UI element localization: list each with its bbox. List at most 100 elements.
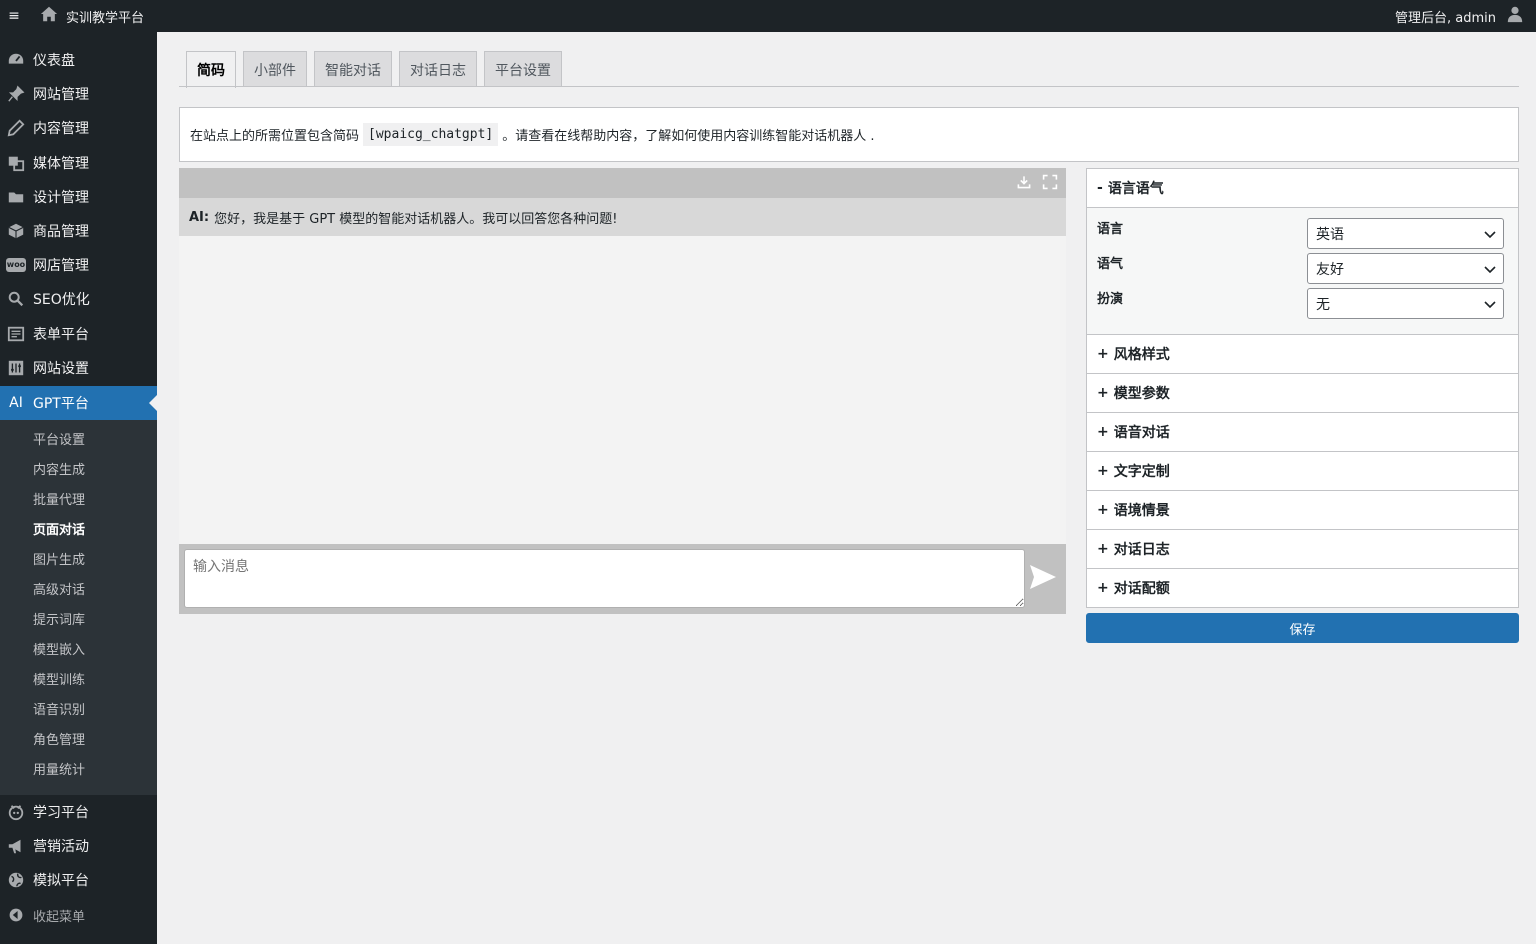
ai-message: AI: 您好，我是基于 GPT 模型的智能对话机器人。我可以回答您各种问题! (179, 198, 1066, 236)
section-style[interactable]: + 风格样式 (1086, 335, 1519, 374)
sidebar-item-forms[interactable]: 表单平台 (0, 317, 157, 351)
sidebar-item-content[interactable]: 内容管理 (0, 111, 157, 145)
settings-panel: - 语言语气 语言 英语 语气 友好 扮演 无 + 风格样式 + 模型参数 + … (1086, 168, 1519, 608)
site-name: 实训教学平台 (66, 10, 145, 26)
section-title[interactable]: + 对话配额 (1087, 569, 1518, 607)
sidebar-item-simulation[interactable]: 模拟平台 (0, 863, 157, 897)
section-text-custom[interactable]: + 文字定制 (1086, 452, 1519, 491)
menu-toggle-button[interactable]: ≡ (0, 0, 28, 32)
sidebar-item-products[interactable]: 商品管理 (0, 214, 157, 248)
tab-platform-settings[interactable]: 平台设置 (484, 51, 562, 87)
section-voice-chat[interactable]: + 语音对话 (1086, 413, 1519, 452)
section-body: 语言 英语 语气 友好 扮演 无 (1087, 207, 1518, 334)
expand-sign: + (1097, 502, 1109, 518)
chat-message-input[interactable] (184, 549, 1025, 608)
media-icon (6, 153, 26, 173)
section-title-text: 对话日志 (1113, 542, 1170, 558)
send-button[interactable] (1028, 562, 1058, 596)
save-button[interactable]: 保存 (1086, 613, 1519, 643)
collapse-menu-button[interactable]: 收起菜单 (0, 898, 157, 932)
section-context[interactable]: + 语境情景 (1086, 491, 1519, 530)
sidebar-item-label: GPT平台 (33, 396, 89, 412)
home-icon (40, 5, 58, 27)
submenu-item[interactable]: 角色管理 (33, 731, 85, 751)
site-home-link[interactable]: 实训教学平台 (28, 0, 150, 32)
language-select[interactable]: 英语 (1307, 218, 1504, 249)
section-title[interactable]: + 模型参数 (1087, 374, 1518, 412)
globe-icon (6, 870, 26, 890)
submenu-item-current[interactable]: 页面对话 (33, 521, 85, 541)
section-title[interactable]: + 风格样式 (1087, 335, 1518, 373)
sidebar-item-learning[interactable]: 学习平台 (0, 795, 157, 829)
shortcode-notice: 在站点上的所需位置包含简码 [wpaicg_chatgpt] 。请查看在线帮助内… (179, 107, 1519, 162)
admin-topbar: ≡ 实训教学平台 管理后台, admin (0, 0, 1536, 32)
sidebar-item-marketing[interactable]: 营销活动 (0, 829, 157, 863)
tab-chat[interactable]: 智能对话 (314, 51, 392, 87)
chat-input-area (179, 544, 1066, 614)
account-menu[interactable]: 管理后台, admin (1395, 0, 1524, 32)
section-title[interactable]: - 语言语气 (1087, 169, 1518, 207)
sidebar-item-settings[interactable]: 网站设置 (0, 351, 157, 385)
submenu-item[interactable]: 内容生成 (33, 461, 85, 481)
submenu-item[interactable]: 语音识别 (33, 701, 85, 721)
collapse-label: 收起菜单 (33, 909, 86, 925)
download-icon[interactable] (1016, 174, 1032, 194)
tab-logs[interactable]: 对话日志 (399, 51, 477, 87)
section-chat-log[interactable]: + 对话日志 (1086, 530, 1519, 569)
sidebar-item-media[interactable]: 媒体管理 (0, 146, 157, 180)
section-title[interactable]: + 语境情景 (1087, 491, 1518, 529)
sidebar-item-shop[interactable]: woo 网店管理 (0, 248, 157, 282)
section-title-text: 对话配额 (1113, 581, 1170, 597)
sidebar-item-label: 媒体管理 (33, 156, 89, 172)
expand-sign: + (1097, 385, 1109, 401)
tab-shortcode[interactable]: 简码 (186, 51, 236, 88)
dashboard-icon (6, 50, 26, 70)
section-title-text: 风格样式 (1113, 347, 1170, 363)
submenu-item[interactable]: 批量代理 (33, 491, 85, 511)
tab-widget[interactable]: 小部件 (243, 51, 307, 87)
pencil-icon (6, 118, 26, 138)
section-title[interactable]: + 文字定制 (1087, 452, 1518, 490)
submenu-item[interactable]: 图片生成 (33, 551, 85, 571)
sidebar-item-label: 网站设置 (33, 361, 89, 377)
submenu-item[interactable]: 模型训练 (33, 671, 85, 691)
expand-sign: + (1097, 424, 1109, 440)
section-chat-quota[interactable]: + 对话配额 (1086, 569, 1519, 608)
sidebar-item-label: 仪表盘 (33, 53, 75, 69)
settings-tabs: 简码 小部件 智能对话 对话日志 平台设置 (186, 51, 562, 88)
submenu-item[interactable]: 高级对话 (33, 581, 85, 601)
sidebar-item-dashboard[interactable]: 仪表盘 (0, 43, 157, 77)
sidebar-item-site[interactable]: 网站管理 (0, 77, 157, 111)
send-icon (1029, 564, 1057, 594)
role-select[interactable]: 无 (1307, 288, 1504, 319)
submenu-item[interactable]: 模型嵌入 (33, 641, 85, 661)
search-icon (6, 289, 26, 309)
tone-select[interactable]: 友好 (1307, 253, 1504, 284)
woo-icon-text: woo (6, 258, 26, 272)
chevron-down-icon (1483, 227, 1497, 245)
user-avatar-icon (1506, 5, 1524, 27)
sidebar-item-design[interactable]: 设计管理 (0, 180, 157, 214)
admin-sidebar: 仪表盘 网站管理 内容管理 媒体管理 设计管理 商品管理 woo 网店管理 SE… (0, 32, 157, 944)
submenu-item[interactable]: 提示词库 (33, 611, 85, 631)
section-title[interactable]: + 对话日志 (1087, 530, 1518, 568)
sidebar-item-label: 模拟平台 (33, 873, 89, 889)
select-value: 无 (1316, 296, 1330, 313)
section-model-params[interactable]: + 模型参数 (1086, 374, 1519, 413)
collapse-sign: - (1097, 180, 1103, 196)
section-title-text: 文字定制 (1113, 464, 1170, 480)
folder-icon (6, 187, 26, 207)
sidebar-item-label: 商品管理 (33, 224, 89, 240)
section-title-text: 语言语气 (1107, 181, 1164, 197)
ai-icon: AI (9, 395, 23, 411)
notice-text-after: 。请查看在线帮助内容，了解如何使用内容训练智能对话机器人 . (502, 129, 875, 144)
sidebar-item-label: 学习平台 (33, 805, 89, 821)
sidebar-item-seo[interactable]: SEO优化 (0, 282, 157, 316)
section-title[interactable]: + 语音对话 (1087, 413, 1518, 451)
sidebar-item-gpt[interactable]: AI GPT平台 (0, 386, 157, 420)
fullscreen-icon[interactable] (1042, 174, 1058, 194)
submenu-item[interactable]: 用量统计 (33, 761, 85, 781)
field-label: 语气 (1097, 257, 1124, 272)
sidebar-item-label: 设计管理 (33, 190, 89, 206)
submenu-item[interactable]: 平台设置 (33, 431, 85, 451)
